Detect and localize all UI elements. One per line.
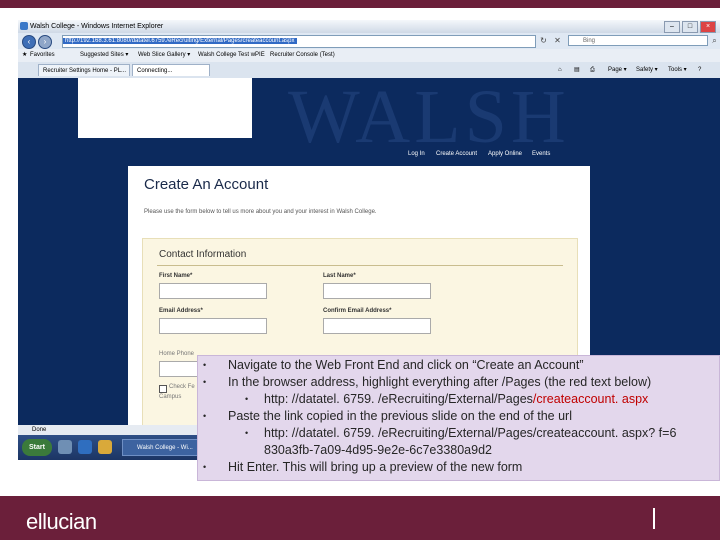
- powershell-icon[interactable]: [78, 440, 92, 454]
- nav-log-in[interactable]: Log In: [408, 151, 425, 157]
- start-button[interactable]: Start: [22, 439, 52, 456]
- stop-icon[interactable]: ✕: [552, 35, 563, 46]
- address-input[interactable]: http://192.168.3.61:8080/datatel.6759./e…: [62, 35, 536, 48]
- safety-menu[interactable]: Safety ▾: [636, 64, 658, 76]
- address-bar: ‹ › http://192.168.3.61:8080/datatel.675…: [18, 33, 720, 49]
- close-button[interactable]: ×: [700, 21, 716, 33]
- last-name-field[interactable]: [323, 283, 431, 299]
- feeds-icon[interactable]: ▤: [574, 64, 580, 76]
- url-example-1: http: //datatel. 6759. /eRecruiting/Exte…: [264, 392, 648, 407]
- bullet-marker: •: [203, 377, 207, 387]
- ie-logo-icon: [20, 22, 28, 30]
- url-base: http: //datatel. 6759. /eRecruiting/Exte…: [264, 392, 533, 406]
- section-title: Contact Information: [159, 249, 247, 260]
- page-title: Create An Account: [144, 176, 269, 193]
- campus-label: Campus: [159, 394, 182, 400]
- folder-icon[interactable]: [98, 440, 112, 454]
- print-icon[interactable]: ⎙: [590, 64, 595, 76]
- tab-connecting[interactable]: Connecting...: [132, 64, 210, 76]
- favorite-link[interactable]: Web Slice Gallery ▾: [138, 49, 190, 62]
- nav-apply-online[interactable]: Apply Online: [488, 151, 522, 157]
- confirm-email-label: Confirm Email Address*: [323, 308, 392, 314]
- check-label: Check Fe: [169, 384, 195, 390]
- header-watermark: WALSH: [288, 78, 570, 159]
- favorite-link[interactable]: Walsh College Test wPIE: [198, 49, 265, 62]
- bullet-marker: •: [203, 360, 207, 370]
- step-highlight: In the browser address, highlight everyt…: [228, 375, 652, 389]
- step-paste: Paste the link copied in the previous sl…: [228, 409, 572, 423]
- server-manager-icon[interactable]: [58, 440, 72, 454]
- sub-bullet-marker: •: [245, 394, 249, 404]
- help-icon[interactable]: ?: [698, 64, 701, 76]
- url-example-2-line1: http: //datatel. 6759. /eRecruiting/Exte…: [264, 426, 677, 440]
- search-input[interactable]: Bing: [568, 35, 708, 46]
- favorites-button[interactable]: Favorites: [30, 49, 55, 62]
- search-placeholder: Bing: [583, 38, 596, 44]
- favorite-link[interactable]: Suggested Sites ▾: [80, 49, 128, 62]
- tab-recruiter-settings[interactable]: Recruiter Settings Home - PL...: [38, 64, 130, 76]
- first-name-label: First Name*: [159, 273, 193, 279]
- status-text: Done: [32, 427, 47, 433]
- email-label: Email Address*: [159, 308, 203, 314]
- footer-divider: [653, 508, 655, 529]
- address-text: http://192.168.3.61:8080/datatel.6759./e…: [63, 38, 297, 44]
- home-phone-label: Home Phone: [159, 351, 195, 357]
- tab-strip: Recruiter Settings Home - PL... Connecti…: [18, 62, 720, 79]
- page-menu[interactable]: Page ▾: [608, 64, 627, 76]
- slide-footer: [0, 496, 720, 540]
- url-highlighted-part: /createaccount. aspx: [532, 392, 649, 406]
- browser-title-bar: Walsh College - Windows Internet Explore…: [18, 20, 720, 33]
- bullet-marker: •: [203, 411, 207, 421]
- refresh-icon[interactable]: ↻: [538, 35, 549, 46]
- confirm-email-field[interactable]: [323, 318, 431, 334]
- check-checkbox[interactable]: [159, 385, 167, 393]
- ellucian-logo: ellucian: [26, 509, 97, 534]
- url-example-2-line2: 830a3fb-7a09-4d95-9e2e-6c7e3380a9d2: [264, 443, 492, 457]
- first-name-field[interactable]: [159, 283, 267, 299]
- minimize-button[interactable]: –: [664, 21, 680, 33]
- instructions-callout: • Navigate to the Web Front End and clic…: [197, 355, 720, 481]
- back-icon[interactable]: ‹: [22, 35, 36, 49]
- nav-create-account[interactable]: Create Account: [436, 151, 477, 157]
- section-divider: [157, 265, 563, 266]
- forward-icon[interactable]: ›: [38, 35, 52, 49]
- browser-title: Walsh College - Windows Internet Explore…: [30, 23, 164, 30]
- star-icon[interactable]: ★: [22, 49, 27, 62]
- tools-menu[interactable]: Tools ▾: [668, 64, 687, 76]
- nav-events[interactable]: Events: [532, 151, 550, 157]
- bullet-marker: •: [203, 462, 207, 472]
- search-icon[interactable]: ⌕: [709, 35, 720, 46]
- email-field[interactable]: [159, 318, 267, 334]
- sub-bullet-marker: •: [245, 428, 249, 438]
- last-name-label: Last Name*: [323, 273, 356, 279]
- site-logo: [78, 78, 252, 138]
- favorite-link[interactable]: Recruiter Console (Test): [270, 49, 335, 62]
- window-controls: – □ ×: [664, 21, 716, 33]
- maximize-button[interactable]: □: [682, 21, 698, 33]
- step-enter: Hit Enter. This will bring up a preview …: [228, 460, 523, 474]
- page-intro: Please use the form below to tell us mor…: [144, 209, 377, 215]
- slide-top-band: [0, 0, 720, 8]
- step-navigate: Navigate to the Web Front End and click …: [228, 358, 584, 372]
- home-icon[interactable]: ⌂: [558, 64, 562, 76]
- favorites-bar: ★ Favorites Suggested Sites ▾ Web Slice …: [18, 49, 720, 62]
- home-phone-field[interactable]: [159, 361, 201, 377]
